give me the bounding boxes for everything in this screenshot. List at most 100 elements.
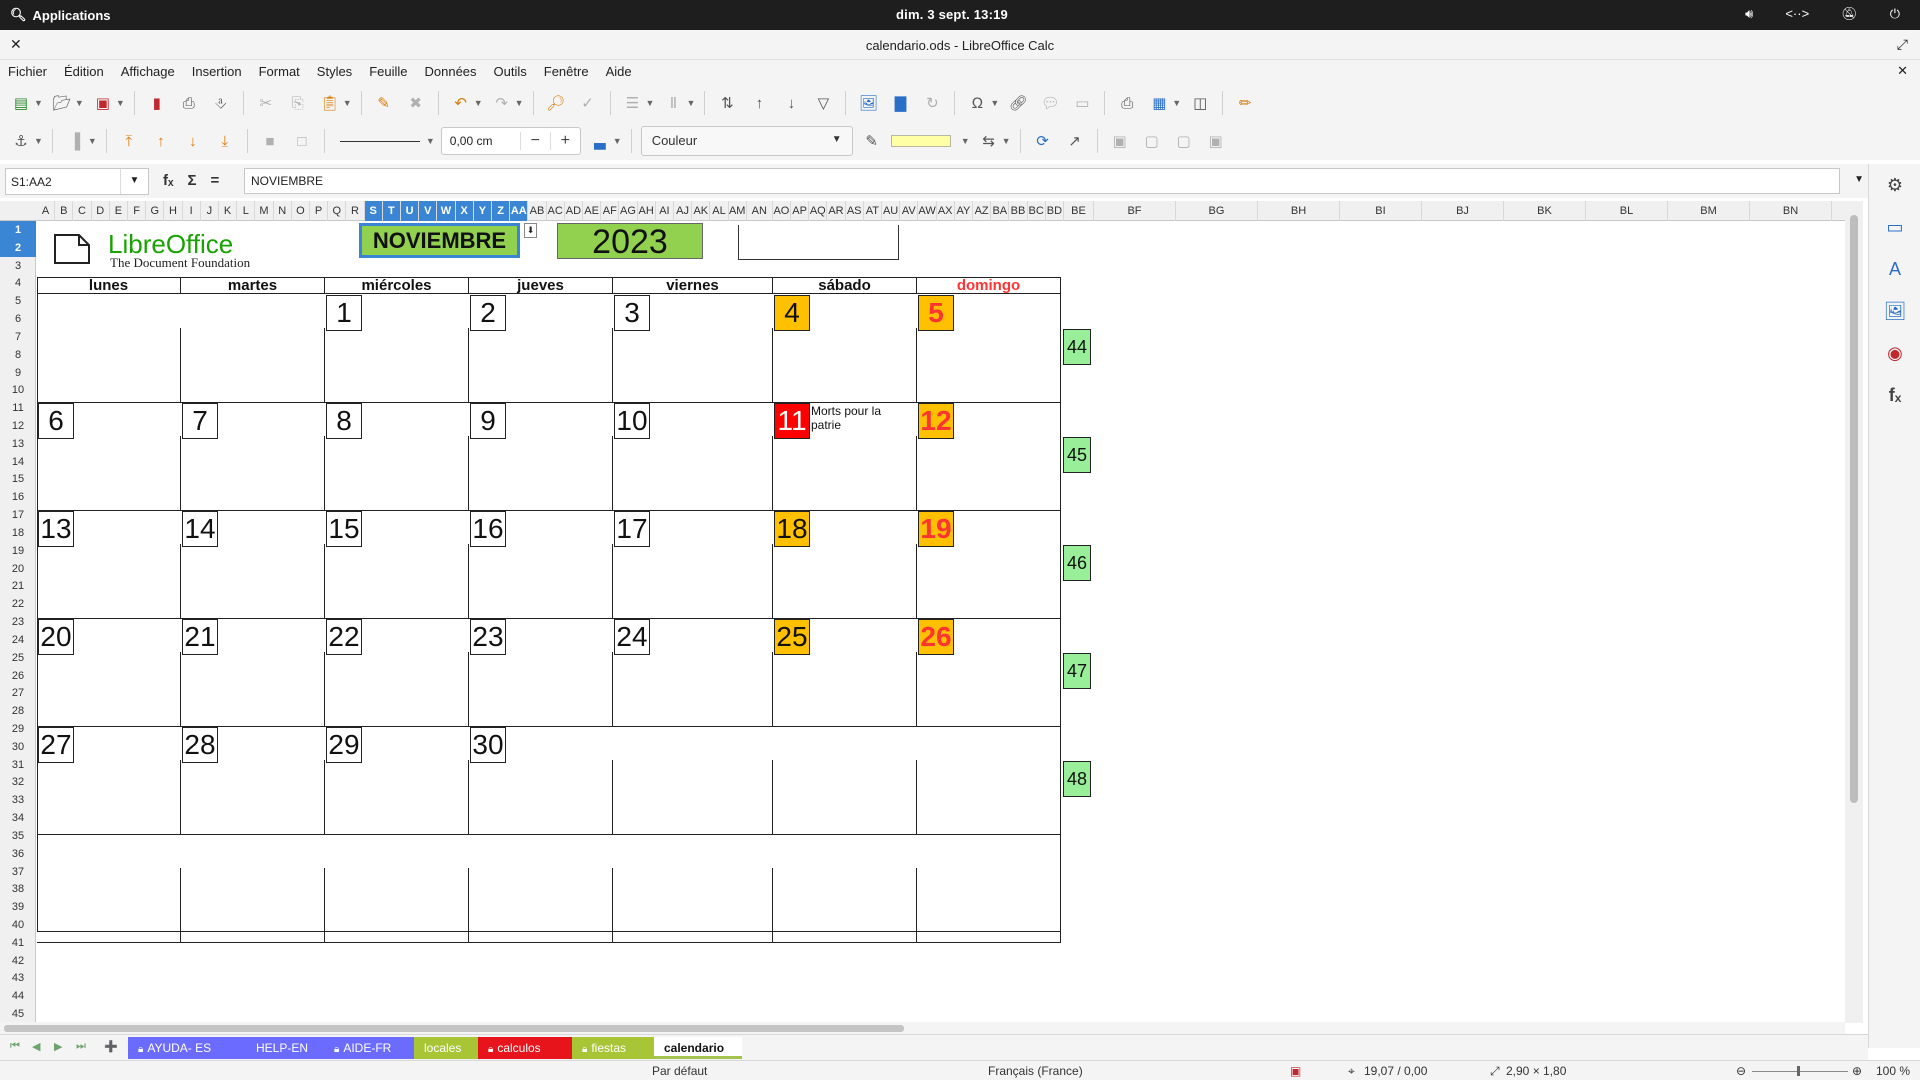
- insert-image-icon[interactable]: 🖼︎: [855, 90, 881, 116]
- properties-icon[interactable]: ▭: [1882, 214, 1908, 240]
- day-number-cell[interactable]: 4: [774, 295, 810, 331]
- column-header[interactable]: AS: [846, 201, 864, 221]
- column-header[interactable]: J: [201, 201, 219, 221]
- last-sheet-icon[interactable]: ⏭: [76, 1040, 86, 1053]
- sheet-tab-calendario[interactable]: calendario: [654, 1037, 742, 1059]
- day-number-cell[interactable]: 16: [470, 511, 506, 547]
- row-header[interactable]: 5: [0, 292, 36, 310]
- column-header[interactable]: F: [128, 201, 147, 221]
- day-number-cell[interactable]: 7: [182, 403, 218, 439]
- sheet-tab-calculos[interactable]: 🔒︎ calculos: [478, 1037, 572, 1059]
- row-header[interactable]: 40: [0, 916, 36, 934]
- ungroup-icon[interactable]: ▣: [1203, 128, 1229, 154]
- column-header[interactable]: BJ: [1422, 201, 1504, 221]
- column-header[interactable]: AR: [827, 201, 846, 221]
- column-header[interactable]: A: [37, 201, 56, 221]
- network-icon[interactable]: <··>: [1785, 6, 1809, 22]
- next-sheet-icon[interactable]: ▶: [54, 1040, 62, 1053]
- name-box-value[interactable]: S1:AA2: [11, 175, 52, 189]
- column-header[interactable]: BG: [1176, 201, 1258, 221]
- autofilter-icon[interactable]: ▽: [810, 90, 836, 116]
- row-header[interactable]: 7: [0, 328, 36, 346]
- row-header[interactable]: 42: [0, 952, 36, 970]
- chevron-down-icon[interactable]: ▼: [116, 98, 125, 108]
- day-number-cell[interactable]: 23: [470, 619, 506, 655]
- column-header[interactable]: V: [419, 201, 438, 221]
- column-header[interactable]: S: [364, 201, 383, 221]
- fill-color-swatch[interactable]: [890, 135, 951, 147]
- column-header[interactable]: K: [219, 201, 238, 221]
- chevron-down-icon[interactable]: ▼: [613, 136, 622, 146]
- increase-button[interactable]: +: [549, 132, 580, 150]
- gallery-icon[interactable]: 🖼︎: [1882, 298, 1908, 324]
- month-cell[interactable]: NOVIEMBRE: [359, 223, 520, 258]
- column-header[interactable]: B: [55, 201, 74, 221]
- header-footer-icon[interactable]: ▭: [1069, 90, 1095, 116]
- day-number-cell[interactable]: 24: [614, 619, 650, 655]
- day-number-cell[interactable]: 30: [470, 727, 506, 763]
- row-header[interactable]: 12: [0, 417, 36, 435]
- zoom-slider-knob[interactable]: [1797, 1066, 1800, 1076]
- column-header[interactable]: BE: [1064, 201, 1094, 221]
- sidebar-settings-icon[interactable]: ⚙: [1882, 172, 1908, 198]
- column-header[interactable]: AT: [864, 201, 882, 221]
- column-header[interactable]: L: [237, 201, 256, 221]
- group-icon[interactable]: ▣: [1107, 128, 1133, 154]
- column-icon[interactable]: Ⅱ: [660, 90, 686, 116]
- points-icon[interactable]: ↗: [1062, 128, 1088, 154]
- sheet-tab-help-en[interactable]: HELP-EN: [246, 1037, 324, 1059]
- column-header[interactable]: R: [346, 201, 365, 221]
- send-to-back-icon[interactable]: ⤓: [212, 128, 238, 154]
- export-pdf-icon[interactable]: ▮: [144, 90, 170, 116]
- exit-group-icon[interactable]: ▢: [1171, 128, 1197, 154]
- spelling-icon[interactable]: ✓: [575, 90, 601, 116]
- chevron-down-icon[interactable]: ▼: [515, 98, 524, 108]
- zoom-slider[interactable]: [1752, 1071, 1848, 1072]
- enter-group-icon[interactable]: ▢: [1139, 128, 1165, 154]
- clock[interactable]: dim. 3 sept. 13:19: [896, 7, 1008, 22]
- expand-formula-bar-icon[interactable]: ▼: [1854, 174, 1864, 185]
- zoom-in-icon[interactable]: ⊕: [1852, 1064, 1862, 1078]
- undo-icon[interactable]: ↶: [448, 90, 474, 116]
- column-header[interactable]: AW: [918, 201, 937, 221]
- print-preview-icon[interactable]: ⎀: [208, 90, 234, 116]
- column-header[interactable]: C: [73, 201, 92, 221]
- area-style-select[interactable]: Couleur ▼: [640, 126, 853, 156]
- sort-icon[interactable]: ⇅: [714, 90, 740, 116]
- week-number-cell[interactable]: 47: [1063, 653, 1091, 689]
- day-number-cell[interactable]: 9: [470, 403, 506, 439]
- row-header[interactable]: 4: [0, 274, 36, 292]
- column-header[interactable]: X: [455, 201, 474, 221]
- menu-insertion[interactable]: Insertion: [184, 60, 251, 84]
- clone-formatting-icon[interactable]: ✎: [371, 90, 397, 116]
- month-value[interactable]: NOVIEMBRE: [373, 228, 506, 253]
- day-number-cell[interactable]: 18: [774, 511, 810, 547]
- define-print-area-icon[interactable]: ⎙: [1114, 90, 1140, 116]
- print-icon[interactable]: ⎙: [176, 90, 202, 116]
- zoom-level[interactable]: 100 %: [1876, 1064, 1910, 1078]
- row-header[interactable]: 35: [0, 827, 36, 845]
- menu-outils[interactable]: Outils: [486, 60, 536, 84]
- sheet-tab-locales[interactable]: locales: [414, 1037, 478, 1059]
- row-header[interactable]: 44: [0, 987, 36, 1005]
- chevron-down-icon[interactable]: ▼: [88, 136, 97, 146]
- chevron-down-icon[interactable]: ▼: [1002, 136, 1011, 146]
- freeze-rows-columns-icon[interactable]: ▦: [1146, 90, 1172, 116]
- redo-icon[interactable]: ↷: [489, 90, 515, 116]
- paste-icon[interactable]: 📋︎: [317, 90, 343, 116]
- page-style[interactable]: Par défaut: [652, 1064, 707, 1078]
- menu-feuille[interactable]: Feuille: [361, 60, 416, 84]
- copy-icon[interactable]: ⎘: [285, 90, 311, 116]
- spreadsheet-grid[interactable]: LibreOffice The Document Foundation NOVI…: [37, 221, 1845, 1024]
- column-header[interactable]: BD: [1046, 201, 1064, 221]
- column-header[interactable]: Y: [473, 201, 492, 221]
- row-header[interactable]: 28: [0, 702, 36, 720]
- row-header[interactable]: 14: [0, 453, 36, 471]
- row-header[interactable]: 29: [0, 720, 36, 738]
- scroll-thumb[interactable]: [4, 1025, 904, 1032]
- column-header[interactable]: AN: [747, 201, 773, 221]
- sheet-tab-aide-fr[interactable]: 🔒︎ AIDE-FR: [324, 1037, 414, 1059]
- row-header[interactable]: 15: [0, 470, 36, 488]
- align-objects-icon[interactable]: ▐: [62, 128, 88, 154]
- column-header[interactable]: W: [437, 201, 456, 221]
